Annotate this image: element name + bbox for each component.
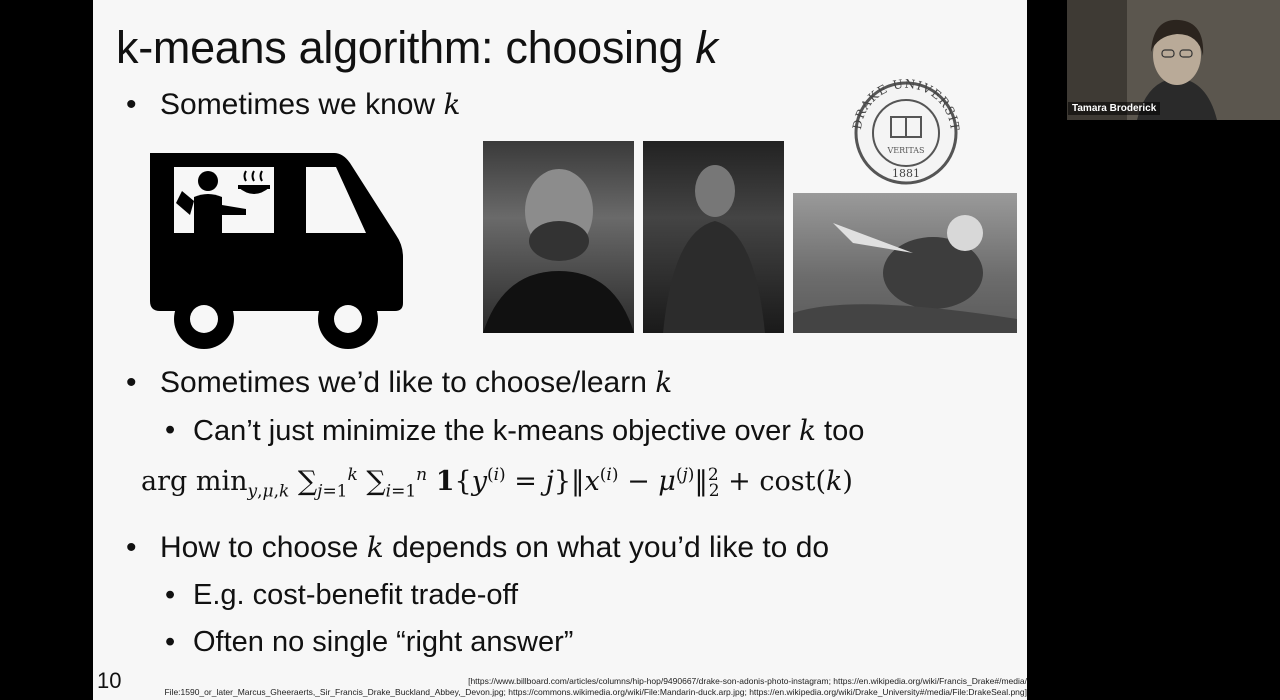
subbullet-cost-benefit: • E.g. cost-benefit trade-off <box>165 579 519 611</box>
drake-rapper-photo <box>483 141 634 333</box>
participant-name-label: Tamara Broderick <box>1068 102 1161 115</box>
svg-text:VERITAS: VERITAS <box>887 146 925 155</box>
slide-title: k-means algorithm: choosing k <box>116 22 718 73</box>
slide: k-means algorithm: choosing k • Sometimes… <box>93 0 1027 700</box>
subbullet-cant-minimize: • Can’t just minimize the k-means objecti… <box>165 414 865 447</box>
bullet-how-to-choose: • How to choose k depends on what you’d l… <box>126 531 830 564</box>
image-references: [https://www.billboard.com/articles/colu… <box>164 676 1027 697</box>
food-truck-icon <box>150 153 403 349</box>
objective-formula: arg miny,μ,k ∑j=1k ∑i=1n 1{y(i) = j}‖x(i… <box>141 465 853 502</box>
francis-drake-portrait <box>643 141 784 333</box>
subbullet-no-right-answer: • Often no single “right answer” <box>165 626 574 658</box>
bullet-know-k: • Sometimes we know k <box>126 88 461 121</box>
bullet-choose-k: • Sometimes we’d like to choose/learn k <box>126 366 673 399</box>
mandarin-duck-photo <box>793 193 1017 333</box>
drake-university-seal: DRAKE UNIVERSITY VERITAS 1881 <box>843 77 961 185</box>
svg-text:1881: 1881 <box>892 167 920 180</box>
